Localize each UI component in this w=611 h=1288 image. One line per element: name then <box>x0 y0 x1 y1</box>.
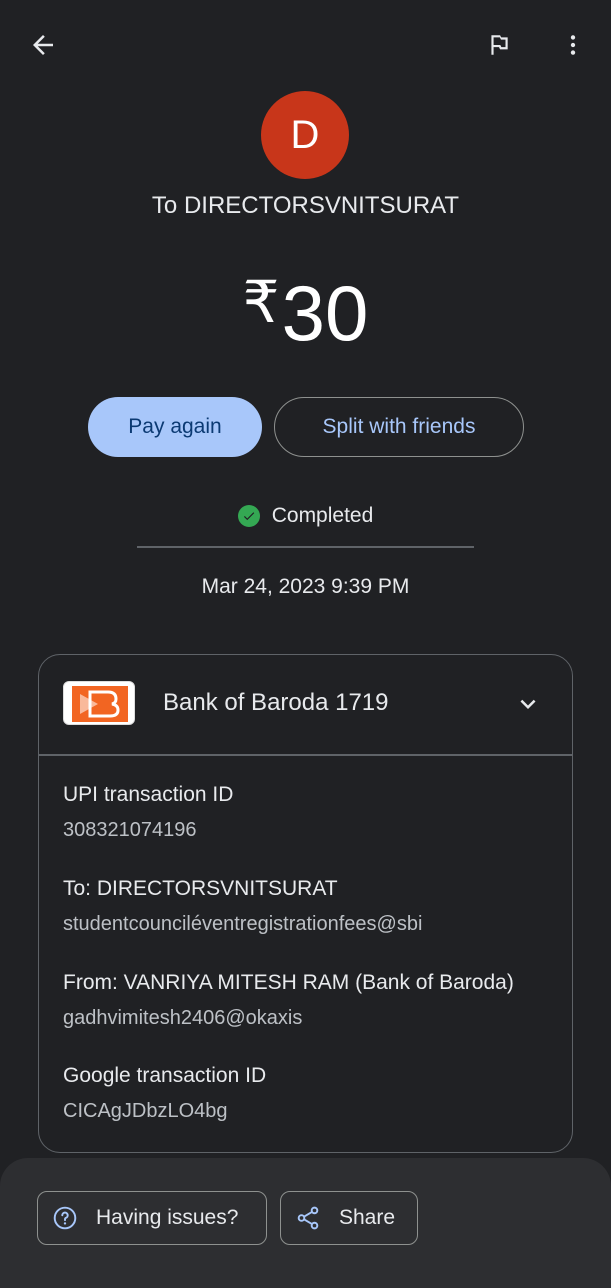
amount: ₹30 <box>0 258 611 358</box>
status-row: Completed <box>0 504 611 528</box>
status-text: Completed <box>271 504 374 527</box>
payment-method-row[interactable]: Bank of Baroda 1719 <box>39 655 572 755</box>
card-divider <box>39 754 572 756</box>
avatar: D <box>261 91 349 179</box>
detail-value: gadhvimitesh2406@okaxis <box>63 1007 303 1029</box>
detail-google-transaction-id: Google transaction ID CICAgJDbzLO4bg <box>63 1064 266 1123</box>
share-label: Share <box>339 1206 396 1229</box>
help-circle-icon <box>52 1205 78 1231</box>
report-flag-button[interactable] <box>477 24 521 66</box>
more-options-button[interactable] <box>552 24 594 66</box>
avatar-letter: D <box>290 112 320 157</box>
check-circle-icon <box>237 505 260 527</box>
flag-icon <box>491 35 508 55</box>
detail-upi-transaction-id: UPI transaction ID 308321074196 <box>63 783 233 842</box>
pay-again-button[interactable]: Pay again <box>88 397 262 457</box>
detail-value: 308321074196 <box>63 819 197 841</box>
bank-of-baroda-logo <box>63 681 135 725</box>
detail-label: Google transaction ID <box>63 1064 267 1087</box>
bank-name: Bank of Baroda 1719 <box>163 689 389 716</box>
detail-to: To: DIRECTORSVNITSURAT studentcounciléve… <box>63 877 422 936</box>
having-issues-button[interactable]: Having issues? <box>37 1191 267 1245</box>
transaction-details-card: Bank of Baroda 1719 UPI transaction ID 3… <box>38 654 573 1153</box>
detail-label: To: DIRECTORSVNITSURAT <box>63 877 338 900</box>
detail-value: CICAgJDbzLO4bg <box>63 1100 228 1122</box>
divider <box>137 546 474 548</box>
share-icon <box>295 1205 321 1231</box>
amount-value: 30 <box>281 269 369 357</box>
detail-label: From: VANRIYA MITESH RAM (Bank of Baroda… <box>63 971 514 994</box>
more-vert-icon <box>570 35 576 55</box>
currency-symbol: ₹ <box>242 270 280 335</box>
transaction-date: Mar 24, 2023 9:39 PM <box>201 575 410 598</box>
back-button[interactable] <box>20 24 66 66</box>
having-issues-label: Having issues? <box>96 1206 239 1229</box>
share-button[interactable]: Share <box>280 1191 418 1245</box>
detail-from: From: VANRIYA MITESH RAM (Bank of Baroda… <box>63 971 514 1030</box>
chevron-down-icon[interactable] <box>513 689 543 724</box>
split-with-friends-button[interactable]: Split with friends <box>274 397 524 457</box>
recipient-title: To DIRECTORSVNITSURAT <box>151 192 460 219</box>
detail-label: UPI transaction ID <box>63 783 234 806</box>
arrow-back-icon <box>33 35 53 55</box>
detail-value: studentcounciléventregistrationfees@sbi <box>63 913 423 935</box>
